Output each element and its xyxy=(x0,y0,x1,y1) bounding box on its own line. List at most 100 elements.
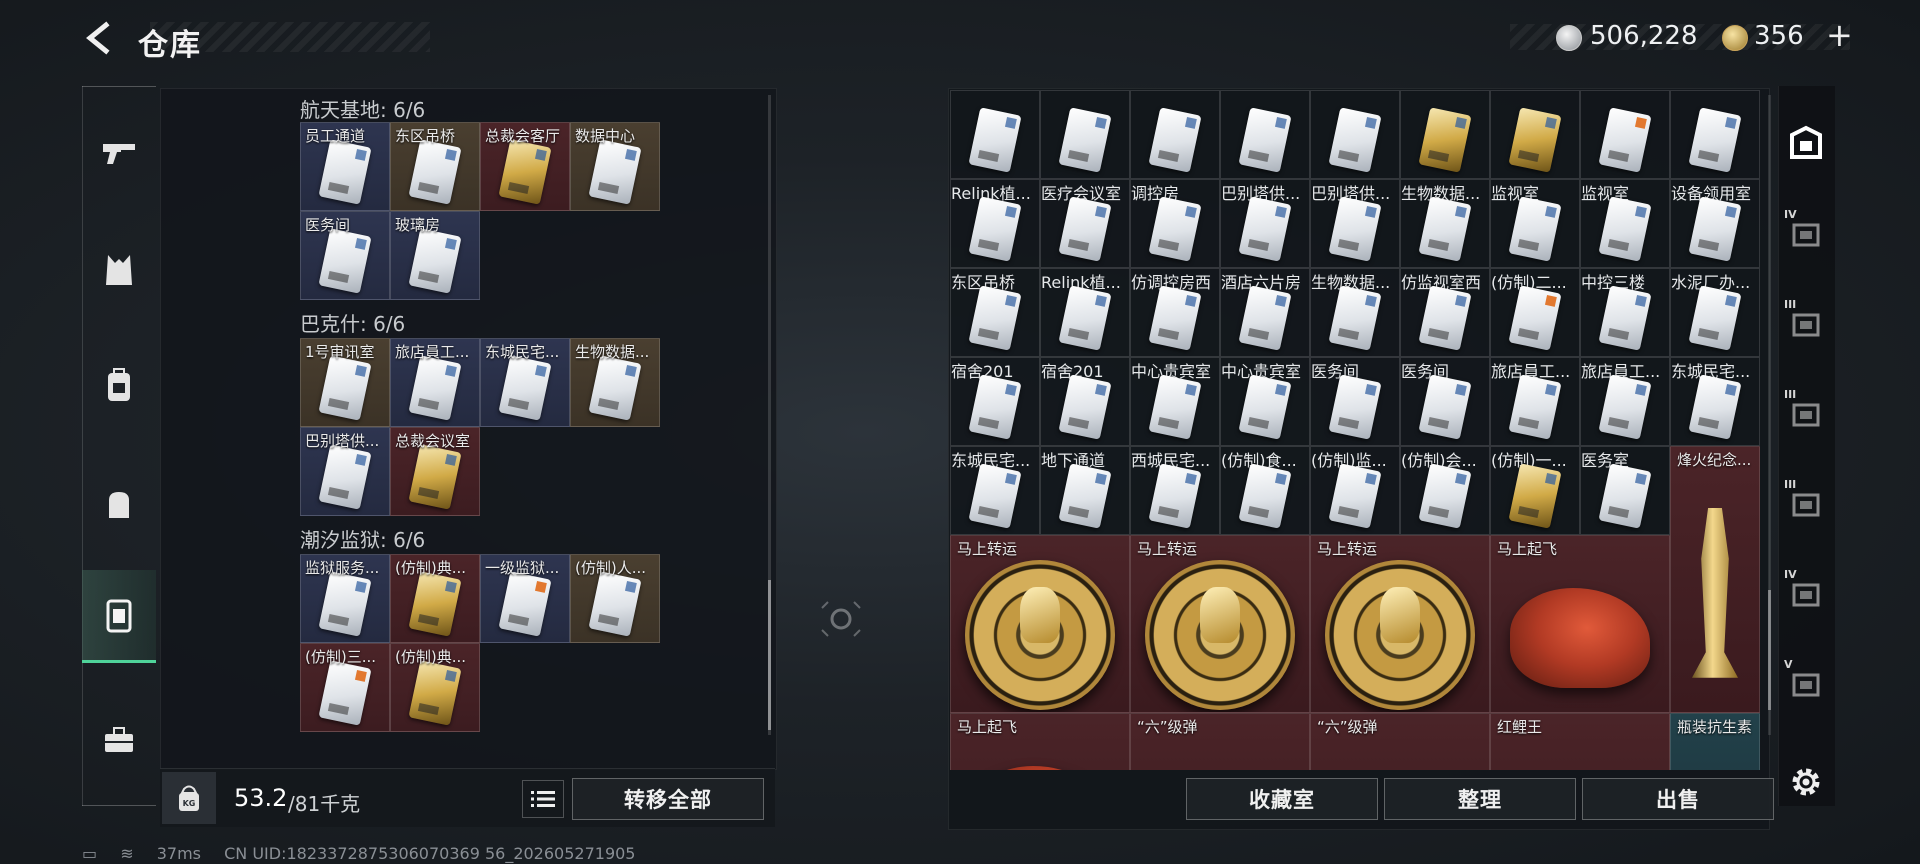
item-card[interactable]: 一级监狱... xyxy=(480,554,570,643)
collectible-card[interactable]: “六”级弹 xyxy=(1310,713,1490,770)
item-card[interactable] xyxy=(1310,90,1400,179)
nav-bag[interactable] xyxy=(82,460,156,550)
nav-storage[interactable] xyxy=(82,570,156,663)
item-card[interactable]: (仿制)人... xyxy=(570,554,660,643)
settings-button[interactable] xyxy=(1786,762,1826,802)
item-card[interactable]: 中心贵宾室 xyxy=(1130,357,1220,446)
item-card[interactable] xyxy=(1220,90,1310,179)
item-card[interactable]: 中控三楼 xyxy=(1580,268,1670,357)
item-card[interactable]: 生物数据... xyxy=(570,338,660,427)
item-card[interactable]: 宿舍201 xyxy=(1040,357,1130,446)
right-scrollbar-thumb[interactable] xyxy=(1768,590,1771,710)
item-card[interactable] xyxy=(1580,90,1670,179)
item-card[interactable] xyxy=(1670,90,1760,179)
collectible-card[interactable]: 马上起飞 xyxy=(1490,535,1670,713)
item-card[interactable] xyxy=(950,90,1040,179)
item-card[interactable]: 巴别塔供... xyxy=(1220,179,1310,268)
transfer-all-button[interactable]: 转移全部 xyxy=(572,778,764,820)
collectible-card[interactable]: 瓶装抗生素 xyxy=(1670,713,1760,770)
item-card[interactable]: 东区吊桥 xyxy=(390,122,480,211)
item-card[interactable]: (仿制)会... xyxy=(1400,446,1490,535)
keycard-icon xyxy=(1058,462,1112,529)
item-card[interactable] xyxy=(1040,90,1130,179)
item-card[interactable]: (仿制)典... xyxy=(390,643,480,732)
item-card[interactable]: 监视室 xyxy=(1580,179,1670,268)
add-currency-button[interactable]: + xyxy=(1826,16,1853,54)
item-card[interactable]: 旅店員工... xyxy=(1490,357,1580,446)
rnav-collection[interactable] xyxy=(1778,108,1834,178)
rnav-tier-2[interactable]: III xyxy=(1778,290,1834,360)
left-scrollbar-thumb[interactable] xyxy=(768,580,771,730)
item-card[interactable]: 东城民宅... xyxy=(1670,357,1760,446)
item-card[interactable]: 巴别塔供... xyxy=(1310,179,1400,268)
item-card[interactable]: Relink植... xyxy=(1040,268,1130,357)
item-card[interactable]: 东区吊桥 xyxy=(950,268,1040,357)
list-view-button[interactable] xyxy=(522,780,564,818)
item-card[interactable]: (仿制)二... xyxy=(1490,268,1580,357)
item-card[interactable]: 生物数据... xyxy=(1400,179,1490,268)
item-card[interactable]: 中心贵宾室 xyxy=(1220,357,1310,446)
keycard-icon xyxy=(1148,284,1202,351)
item-card[interactable]: 水泥厂办... xyxy=(1670,268,1760,357)
collectible-card[interactable]: 马上转运 xyxy=(1130,535,1310,713)
item-card[interactable]: 医务间 xyxy=(1400,357,1490,446)
item-card[interactable]: 东城民宅... xyxy=(480,338,570,427)
item-card[interactable]: 总裁会议室 xyxy=(390,427,480,516)
item-label: 生物数据... xyxy=(575,343,650,361)
item-card[interactable]: 医疗会议室 xyxy=(1040,179,1130,268)
item-card[interactable] xyxy=(1400,90,1490,179)
item-card[interactable]: 数据中心 xyxy=(570,122,660,211)
rnav-tier-5[interactable]: IV xyxy=(1778,560,1834,630)
collectible-card[interactable]: 马上转运 xyxy=(950,535,1130,713)
item-card[interactable]: 地下通道 xyxy=(1040,446,1130,535)
collectible-card[interactable]: 烽火纪念... xyxy=(1670,446,1760,713)
item-card[interactable]: 医务室 xyxy=(1580,446,1670,535)
item-card[interactable]: 西城民宅... xyxy=(1130,446,1220,535)
item-card[interactable]: 医务间 xyxy=(1310,357,1400,446)
item-card[interactable]: 医务间 xyxy=(300,211,390,300)
back-button[interactable] xyxy=(82,20,118,56)
item-card[interactable]: (仿制)监... xyxy=(1310,446,1400,535)
rnav-tier-4[interactable]: III xyxy=(1778,470,1834,540)
item-card[interactable]: (仿制)食... xyxy=(1220,446,1310,535)
item-card[interactable]: 生物数据... xyxy=(1310,268,1400,357)
rnav-tier-1[interactable]: IV xyxy=(1778,200,1834,270)
rnav-tier-6[interactable]: V xyxy=(1778,650,1834,720)
rnav-tier-3[interactable]: III xyxy=(1778,380,1834,450)
item-card[interactable]: (仿制)一... xyxy=(1490,446,1580,535)
nav-toolbox[interactable] xyxy=(82,695,156,785)
item-card[interactable]: 酒店六片房 xyxy=(1220,268,1310,357)
item-card[interactable]: 东城民宅... xyxy=(950,446,1040,535)
item-card[interactable]: 仿监视室西 xyxy=(1400,268,1490,357)
item-card[interactable]: 监狱服务... xyxy=(300,554,390,643)
item-card[interactable]: 1号审讯室 xyxy=(300,338,390,427)
collection-room-button[interactable]: 收藏室 xyxy=(1186,778,1378,820)
item-card[interactable]: (仿制)三... xyxy=(300,643,390,732)
item-card[interactable] xyxy=(1130,90,1220,179)
keycard-icon xyxy=(1598,106,1652,173)
item-card[interactable]: Relink植... xyxy=(950,179,1040,268)
collectible-card[interactable]: 马上转运 xyxy=(1310,535,1490,713)
item-card[interactable]: 旅店員工... xyxy=(1580,357,1670,446)
item-card[interactable]: 玻璃房 xyxy=(390,211,480,300)
item-card[interactable] xyxy=(1490,90,1580,179)
item-label: 马上转运 xyxy=(1317,540,1378,558)
item-card[interactable]: 设备领用室 xyxy=(1670,179,1760,268)
item-card[interactable]: 监视室 xyxy=(1490,179,1580,268)
collectible-card[interactable]: “六”级弹 xyxy=(1130,713,1310,770)
item-card[interactable]: 调控房 xyxy=(1130,179,1220,268)
sort-button[interactable]: 整理 xyxy=(1384,778,1576,820)
item-card[interactable]: 巴别塔供... xyxy=(300,427,390,516)
item-card[interactable]: 仿调控房西 xyxy=(1130,268,1220,357)
sell-button[interactable]: 出售 xyxy=(1582,778,1774,820)
collectible-card[interactable]: 红鲤王 xyxy=(1490,713,1670,770)
item-card[interactable]: 宿舍201 xyxy=(950,357,1040,446)
item-card[interactable]: 旅店員工... xyxy=(390,338,480,427)
nav-armor[interactable] xyxy=(82,225,156,315)
collectible-card[interactable]: 马上起飞 xyxy=(950,713,1130,770)
nav-backpack[interactable] xyxy=(82,340,156,430)
item-card[interactable]: (仿制)典... xyxy=(390,554,480,643)
nav-weapons[interactable] xyxy=(82,108,156,198)
item-card[interactable]: 总裁会客厅 xyxy=(480,122,570,211)
item-card[interactable]: 员工通道 xyxy=(300,122,390,211)
